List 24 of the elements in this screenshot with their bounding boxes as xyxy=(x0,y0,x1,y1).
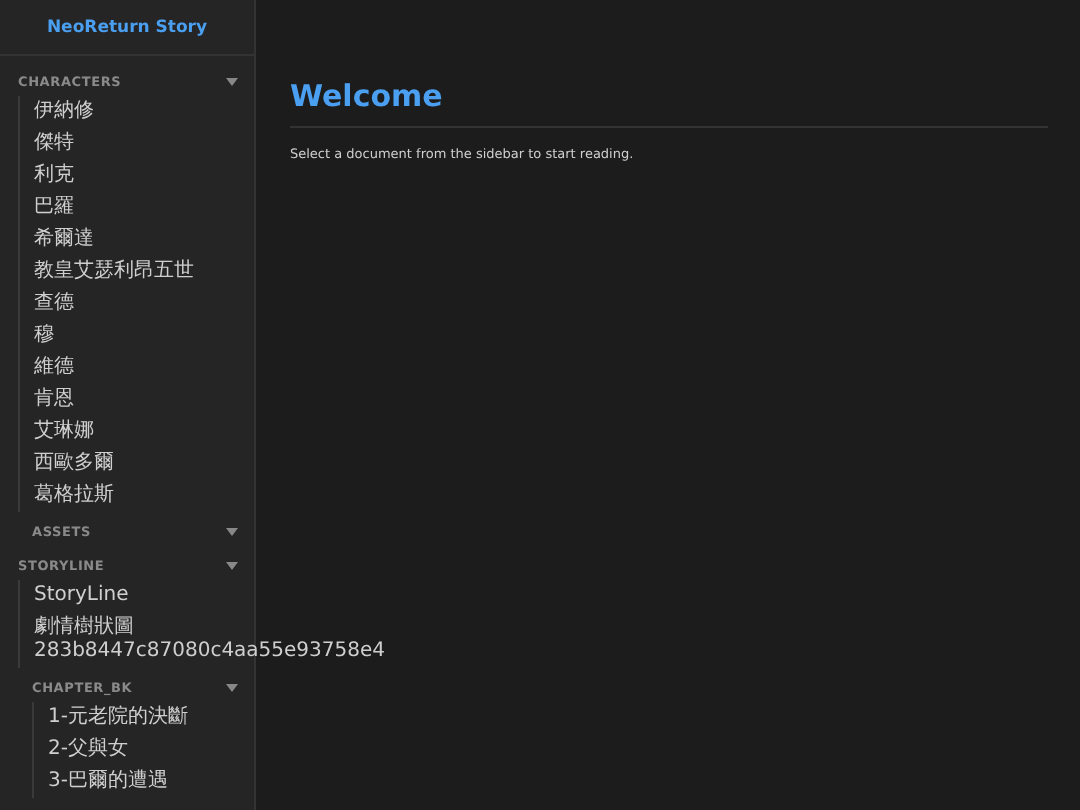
sidebar-item[interactable]: 西歐多爾 xyxy=(34,448,114,480)
sidebar-item[interactable]: 巴羅 xyxy=(34,192,74,224)
caret-icon[interactable] xyxy=(226,683,238,693)
sidebar-item[interactable]: 希爾達 xyxy=(34,224,94,256)
sidebar-item[interactable]: 穆 xyxy=(34,320,54,352)
sidebar-item[interactable]: 3-巴爾的遭遇 xyxy=(48,766,168,798)
sidebar-item[interactable]: 劇情樹狀圖 283b8447c87080c4aa55e93758e4 xyxy=(34,612,386,668)
sidebar-item[interactable]: 查德 xyxy=(34,288,74,320)
sidebar-item[interactable]: 葛格拉斯 xyxy=(34,480,114,512)
caret-icon[interactable] xyxy=(226,561,238,571)
page-heading: Welcome xyxy=(290,76,445,116)
sidebar-item[interactable]: 1-元老院的決斷 xyxy=(48,702,188,734)
sidebar-item[interactable]: 教皇艾瑟利昂五世 xyxy=(34,256,194,288)
sidebar-item[interactable]: 傑特 xyxy=(34,128,74,160)
sidebar-item[interactable]: 利克 xyxy=(34,160,74,192)
app-title: NeoReturn Story xyxy=(46,18,208,38)
sidebar-item[interactable]: StoryLine xyxy=(34,580,129,612)
caret-icon[interactable] xyxy=(226,77,238,87)
sidebar-item[interactable]: 維德 xyxy=(34,352,74,384)
sidebar-item[interactable]: 艾琳娜 xyxy=(34,416,94,448)
caret-icon[interactable] xyxy=(226,527,238,537)
sidebar-item[interactable]: 伊納修 xyxy=(34,96,94,128)
sidebar-item[interactable]: 肯恩 xyxy=(34,384,74,416)
sidebar-item[interactable]: 2-父與女 xyxy=(48,734,128,766)
